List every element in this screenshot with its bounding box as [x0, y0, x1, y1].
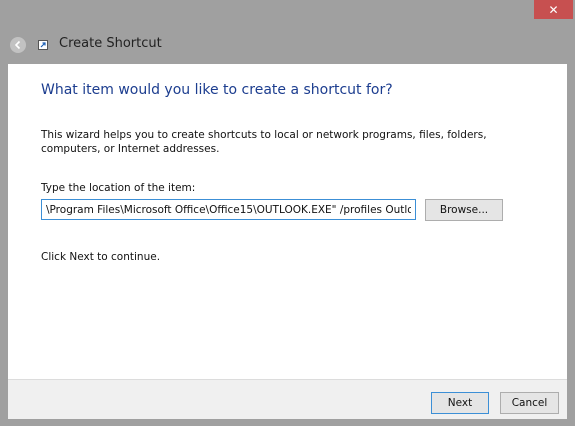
wizard-title: Create Shortcut — [59, 36, 162, 51]
create-shortcut-window: ✕ Create Shortcut What item would you li… — [0, 0, 575, 426]
cancel-button[interactable]: Cancel — [500, 392, 559, 414]
back-arrow-icon — [14, 40, 21, 50]
browse-button[interactable]: Browse... — [425, 199, 503, 221]
description-text: This wizard helps you to create shortcut… — [41, 129, 487, 155]
wizard-content: What item would you like to create a sho… — [8, 64, 567, 379]
location-input[interactable] — [41, 199, 416, 220]
shortcut-icon — [38, 40, 48, 50]
back-button[interactable] — [10, 37, 26, 53]
location-label: Type the location of the item: — [41, 182, 196, 194]
continue-text: Click Next to continue. — [41, 251, 161, 263]
page-heading: What item would you like to create a sho… — [41, 82, 393, 98]
wizard-footer: Next Cancel — [8, 379, 567, 419]
title-bar: ✕ — [0, 0, 575, 26]
wizard-header: Create Shortcut — [0, 26, 575, 64]
next-button[interactable]: Next — [431, 392, 489, 414]
close-button[interactable]: ✕ — [534, 0, 573, 19]
close-icon: ✕ — [548, 2, 559, 17]
